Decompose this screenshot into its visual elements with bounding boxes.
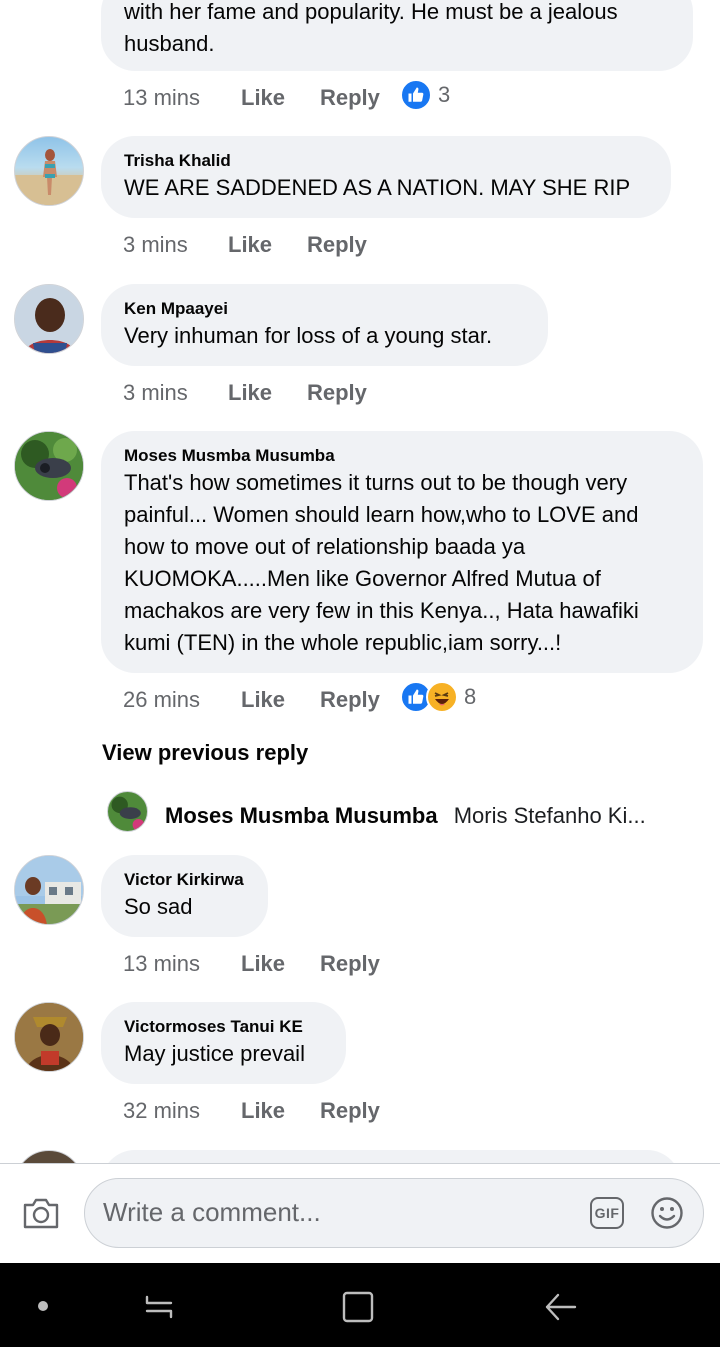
- reply-button[interactable]: Reply: [320, 1098, 380, 1124]
- avatar[interactable]: [14, 855, 84, 925]
- comment-text: WE ARE SADDENED AS A NATION. MAY SHE RIP: [124, 175, 631, 200]
- comment-time: 3 mins: [123, 232, 188, 257]
- comment-time: 26 mins: [123, 687, 201, 712]
- comment-author[interactable]: Ken Mpaayei: [124, 298, 526, 320]
- haha-reaction-icon: [426, 681, 458, 713]
- comment-bubble: Moses Musmba Musumba That's how sometime…: [101, 431, 703, 673]
- comment-bubble: Victormoses Tanui KE May justice prevail: [101, 1002, 346, 1084]
- comment-text: with her fame and popularity. He must be…: [124, 0, 618, 56]
- comment-text: So sad: [124, 894, 193, 919]
- avatar[interactable]: [14, 136, 84, 206]
- reaction-summary[interactable]: 8: [400, 680, 476, 714]
- comment-text: That's how sometimes it turns out to be …: [124, 470, 639, 655]
- avatar[interactable]: [14, 1002, 84, 1072]
- comment-time: 13 mins: [123, 951, 201, 976]
- comment-author[interactable]: Trisha Khalid: [124, 150, 649, 172]
- gif-label: GIF: [594, 1205, 620, 1221]
- emoji-icon[interactable]: [650, 1196, 684, 1230]
- comment-bubble: with her fame and popularity. He must be…: [101, 0, 693, 71]
- reply-avatar[interactable]: [107, 791, 148, 832]
- reply-button[interactable]: Reply: [307, 232, 367, 258]
- nav-dot-icon: [38, 1301, 48, 1311]
- reply-preview[interactable]: Moses Musmba Musumba Moris Stefanho Ki..…: [165, 803, 675, 829]
- reaction-summary[interactable]: 3: [400, 78, 450, 112]
- gif-button[interactable]: GIF: [590, 1197, 624, 1229]
- like-button[interactable]: Like: [228, 380, 272, 406]
- comment-author[interactable]: Victormoses Tanui KE: [124, 1016, 324, 1038]
- reply-author: Moses Musmba Musumba: [165, 803, 438, 828]
- comment-input-box[interactable]: Write a comment... GIF: [84, 1178, 704, 1248]
- system-nav-bar: [0, 1263, 720, 1347]
- comment-author[interactable]: Moses Musmba Musumba: [124, 445, 681, 467]
- view-previous-reply-link[interactable]: View previous reply: [102, 740, 308, 766]
- comment-input-placeholder[interactable]: Write a comment...: [103, 1197, 321, 1228]
- reply-button[interactable]: Reply: [320, 951, 380, 977]
- like-button[interactable]: Like: [241, 951, 285, 977]
- camera-icon[interactable]: [22, 1196, 60, 1230]
- like-button[interactable]: Like: [241, 85, 285, 111]
- comment-time: 32 mins: [123, 1098, 201, 1123]
- comment-bubble: Ken Mpaayei Very inhuman for loss of a y…: [101, 284, 548, 366]
- avatar[interactable]: [14, 284, 84, 354]
- reply-button[interactable]: Reply: [307, 380, 367, 406]
- comment-text: May justice prevail: [124, 1041, 305, 1066]
- reaction-count: 8: [464, 684, 477, 709]
- reply-snippet: Moris Stefanho Ki...: [453, 803, 646, 828]
- comment-composer: Write a comment... GIF: [0, 1164, 720, 1263]
- comment-author[interactable]: Victor Kirkirwa: [124, 869, 246, 891]
- reaction-count: 3: [438, 82, 451, 107]
- reply-button[interactable]: Reply: [320, 85, 380, 111]
- comment-bubble: Trisha Khalid WE ARE SADDENED AS A NATIO…: [101, 136, 671, 218]
- comment-text: Very inhuman for loss of a young star.: [124, 323, 493, 348]
- like-reaction-icon: [400, 79, 432, 111]
- home-icon[interactable]: [341, 1290, 375, 1329]
- recent-apps-icon[interactable]: [143, 1291, 175, 1328]
- comment-bubble: Victor Kirkirwa So sad: [101, 855, 268, 937]
- reply-button[interactable]: Reply: [320, 687, 380, 713]
- like-button[interactable]: Like: [228, 232, 272, 258]
- like-button[interactable]: Like: [241, 1098, 285, 1124]
- avatar[interactable]: [14, 431, 84, 501]
- comment-time: 3 mins: [123, 380, 188, 405]
- comment-time: 13 mins: [123, 85, 201, 110]
- back-icon[interactable]: [544, 1291, 578, 1328]
- like-button[interactable]: Like: [241, 687, 285, 713]
